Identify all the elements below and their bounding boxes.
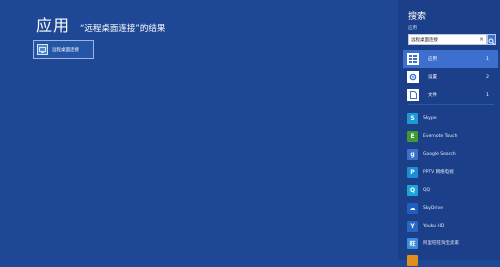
- clear-icon[interactable]: ×: [477, 36, 486, 43]
- aliwangwang-icon: 旺: [407, 237, 418, 249]
- youku-icon: Y: [407, 220, 418, 232]
- result-tile-remote-desktop[interactable]: 远程桌面连接: [33, 40, 94, 59]
- app-item-skype[interactable]: S Skype: [407, 111, 497, 125]
- evernote-icon: E: [407, 130, 418, 142]
- search-charm-pane: 搜索 应用 × 应用 1 设置 2 文件 1 S Skype E Ev: [398, 0, 500, 266]
- app-item-label: QQ: [423, 187, 431, 193]
- skype-icon: S: [407, 112, 418, 124]
- app-item-google-search[interactable]: g Google Search: [407, 147, 497, 161]
- app-item-label: SkyDrive: [423, 205, 443, 211]
- remote-desktop-icon: [37, 44, 48, 55]
- search-box: ×: [408, 34, 487, 45]
- search-pane-title: 搜索: [408, 12, 427, 22]
- pptv-icon: P: [407, 166, 418, 178]
- scope-files[interactable]: 文件 1: [403, 86, 498, 104]
- results-area: 应用 “远程桌面连接”的结果 远程桌面连接: [0, 0, 398, 260]
- app-item-qq[interactable]: Q QQ: [407, 183, 497, 197]
- app-item-label: Skype: [423, 115, 437, 121]
- app-item-cut-off[interactable]: [407, 253, 497, 267]
- app-item-evernote[interactable]: E Evernote Touch: [407, 129, 497, 143]
- pane-divider: [408, 104, 494, 105]
- scope-apps[interactable]: 应用 1: [403, 50, 498, 68]
- magnifier-icon: [488, 30, 495, 49]
- app-item-label: Evernote Touch: [423, 133, 458, 139]
- search-scope-label: 应用: [408, 26, 417, 31]
- scope-files-label: 文件: [428, 93, 437, 98]
- files-icon: [407, 89, 419, 101]
- app-item-skydrive[interactable]: ☁ SkyDrive: [407, 201, 497, 215]
- app-icon: [407, 254, 418, 266]
- settings-icon: [407, 71, 419, 83]
- apps-icon: [407, 53, 419, 65]
- results-subtitle: “远程桌面连接”的结果: [80, 24, 166, 34]
- search-button[interactable]: [487, 34, 496, 45]
- search-input[interactable]: [409, 35, 477, 44]
- app-item-label: PPTV 网络电视: [423, 170, 454, 175]
- scope-apps-count: 1: [486, 56, 489, 62]
- page-title: 应用: [36, 16, 71, 35]
- app-item-pptv[interactable]: P PPTV 网络电视: [407, 165, 497, 179]
- scope-settings[interactable]: 设置 2: [403, 68, 498, 86]
- qq-icon: Q: [407, 184, 418, 196]
- google-search-icon: g: [407, 148, 418, 160]
- scope-settings-label: 设置: [428, 75, 437, 80]
- skydrive-icon: ☁: [407, 202, 418, 214]
- result-tile-label: 远程桌面连接: [52, 47, 79, 53]
- results-heading: 应用 “远程桌面连接”的结果: [36, 12, 165, 36]
- app-item-label: Youku HD: [423, 223, 445, 229]
- app-item-youku[interactable]: Y Youku HD: [407, 219, 497, 233]
- app-item-aliwangwang[interactable]: 旺 阿里旺旺淘宝卖家: [407, 236, 497, 250]
- app-item-label: 阿里旺旺淘宝卖家: [423, 241, 459, 246]
- app-item-label: Google Search: [423, 151, 456, 157]
- scope-settings-count: 2: [486, 74, 489, 80]
- scope-files-count: 1: [486, 92, 489, 98]
- scope-apps-label: 应用: [428, 57, 437, 62]
